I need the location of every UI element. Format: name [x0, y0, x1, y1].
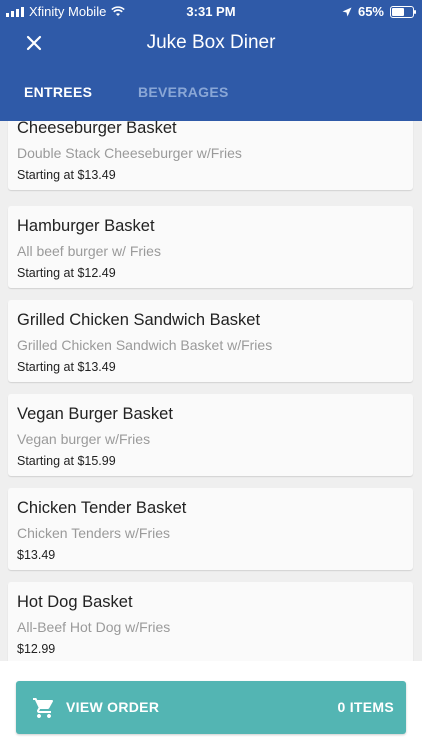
order-item-count: 0 ITEMS [337, 699, 394, 715]
item-name: Grilled Chicken Sandwich Basket [17, 311, 261, 329]
title-bar: Juke Box Diner [0, 28, 422, 58]
view-order-button[interactable]: VIEW ORDER 0 ITEMS [16, 681, 406, 734]
item-price: $13.49 [17, 548, 56, 562]
tab-entrees[interactable]: ENTREES [24, 84, 92, 100]
menu-item[interactable]: Cheeseburger Basket Double Stack Cheeseb… [8, 121, 413, 190]
battery-percent: 65% [357, 4, 384, 19]
item-description: Grilled Chicken Sandwich Basket w/Fries [17, 337, 273, 353]
item-price: Starting at $15.99 [17, 454, 116, 468]
item-description: Chicken Tenders w/Fries [17, 525, 171, 541]
category-tabs: ENTREES BEVERAGES [0, 84, 422, 104]
view-order-label: VIEW ORDER [66, 699, 160, 715]
bottom-bar: VIEW ORDER 0 ITEMS [0, 661, 422, 750]
tab-beverages[interactable]: BEVERAGES [138, 84, 229, 100]
menu-item[interactable]: Hot Dog Basket All-Beef Hot Dog w/Fries … [8, 582, 413, 661]
menu-item[interactable]: Vegan Burger Basket Vegan burger w/Fries… [8, 394, 413, 476]
item-name: Hot Dog Basket [17, 593, 133, 611]
page-title: Juke Box Diner [146, 32, 276, 53]
item-price: Starting at $13.49 [17, 168, 116, 182]
item-price: $12.99 [17, 642, 56, 656]
item-price: Starting at $13.49 [17, 360, 116, 374]
item-name: Cheeseburger Basket [17, 121, 177, 137]
item-price: Starting at $12.49 [17, 266, 116, 280]
app-header: Xfinity Mobile 3:31 PM 65% Juke Box Dine… [0, 0, 422, 121]
status-bar: Xfinity Mobile 3:31 PM 65% [0, 0, 422, 22]
item-description: Double Stack Cheeseburger w/Fries [17, 145, 242, 161]
status-right: 65% [342, 4, 416, 19]
menu-item[interactable]: Chicken Tender Basket Chicken Tenders w/… [8, 488, 413, 570]
item-description: All-Beef Hot Dog w/Fries [17, 619, 171, 635]
battery-icon [390, 5, 416, 18]
cart-icon [33, 698, 54, 718]
item-name: Hamburger Basket [17, 217, 155, 235]
location-icon [342, 7, 352, 16]
item-description: Vegan burger w/Fries [17, 431, 151, 447]
menu-list: Cheeseburger Basket Double Stack Cheeseb… [0, 121, 422, 661]
menu-item[interactable]: Hamburger Basket All beef burger w/ Frie… [8, 206, 413, 288]
item-description: All beef burger w/ Fries [17, 243, 161, 259]
item-name: Vegan Burger Basket [17, 405, 173, 423]
menu-item[interactable]: Grilled Chicken Sandwich Basket Grilled … [8, 300, 413, 382]
item-name: Chicken Tender Basket [17, 499, 187, 517]
